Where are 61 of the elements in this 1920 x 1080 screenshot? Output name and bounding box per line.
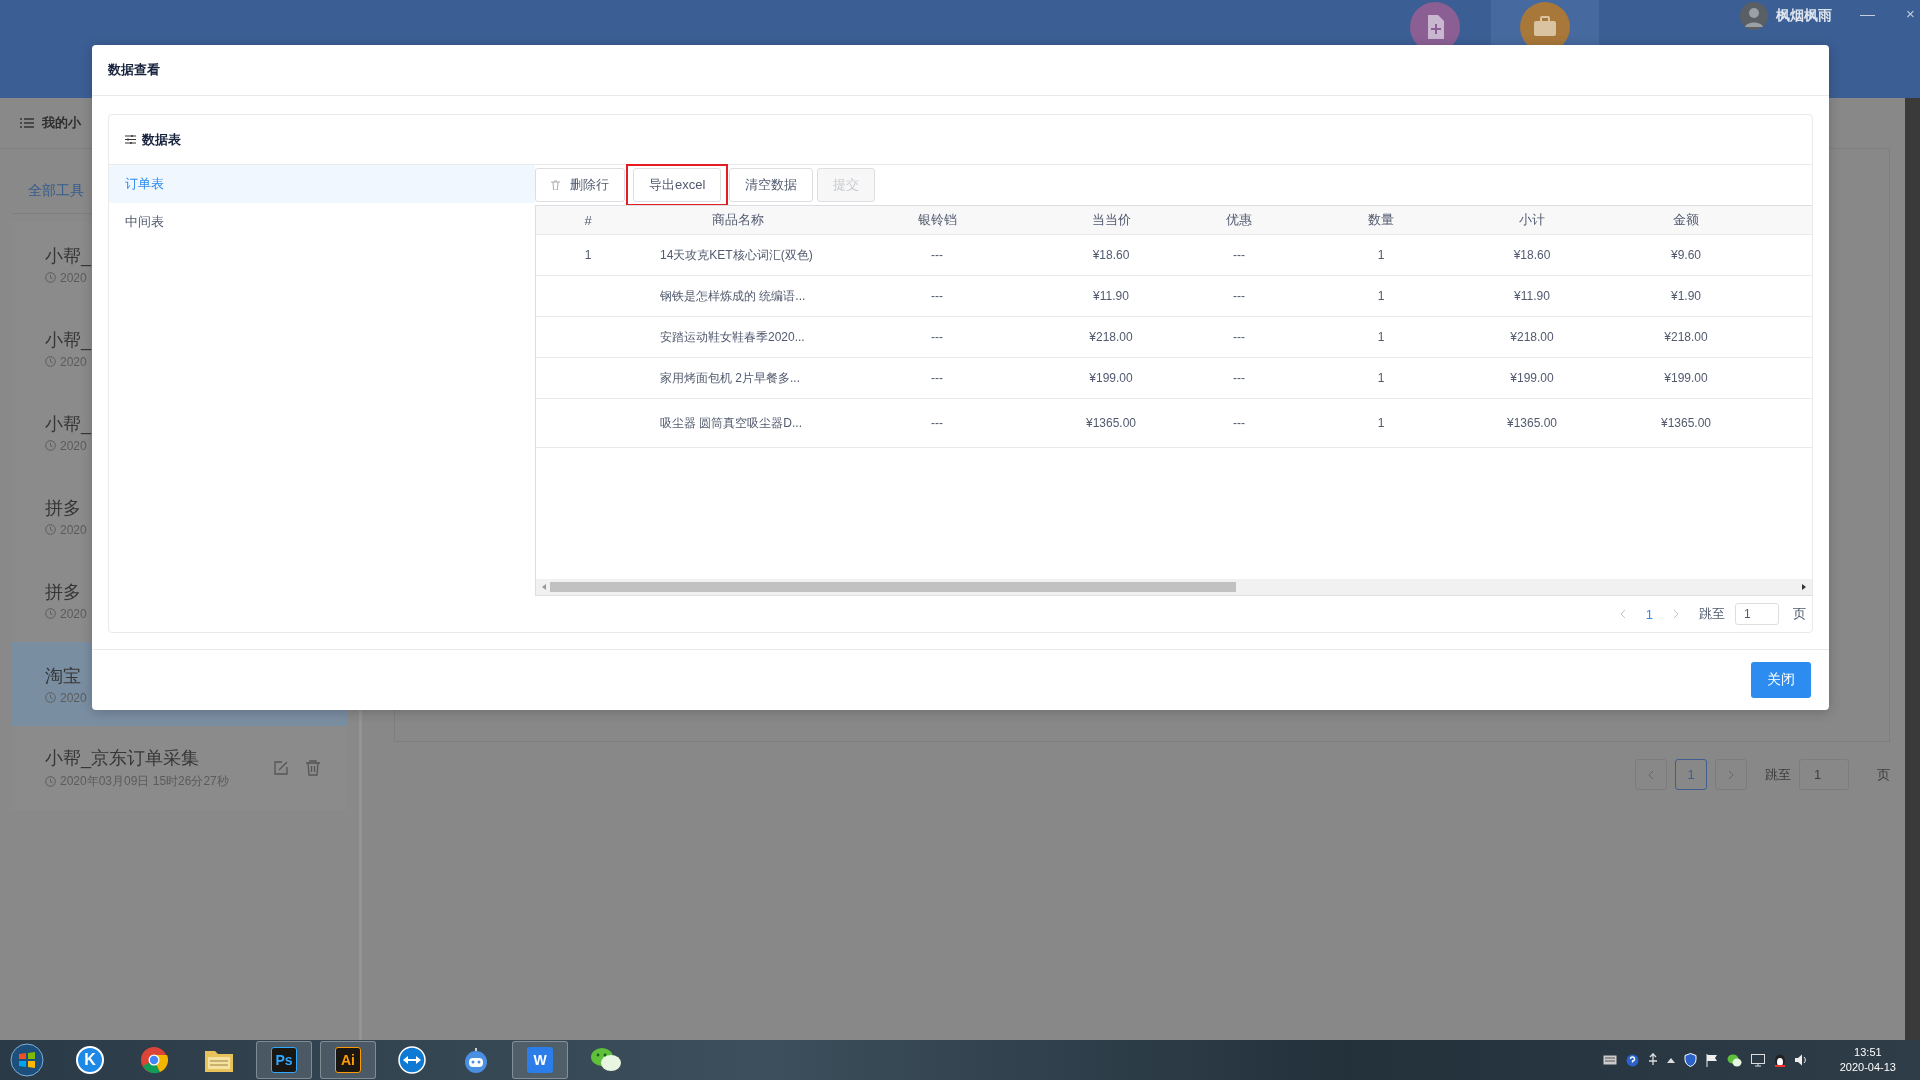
table-cell-text: ¥199.00 [1088,371,1134,385]
tool-name: 小帮_ [45,244,91,268]
clock-date: 2020-04-13 [1839,1060,1896,1075]
table-cell-text: --- [930,289,944,303]
table-cell-text: --- [930,330,944,344]
table-cell-text: --- [1232,248,1246,262]
table-cell-text: 安踏运动鞋女鞋春季2020... [659,328,806,346]
sidebar-title: 我的小 [42,114,81,132]
table-cell-text: --- [930,416,944,430]
table-cell-text: --- [1232,416,1246,430]
column-header: 优惠 [1225,211,1253,229]
clock-time: 13:51 [1854,1045,1882,1060]
jump-label: 跳至 [1765,765,1791,784]
tool-name: 小帮_京东订单采集 [45,747,199,770]
table-cell-text: --- [1232,330,1246,344]
page-suffix: 页 [1793,605,1806,623]
table-cell-text: ¥1365.00 [1505,416,1559,430]
table-cell-text: ¥1.90 [1670,289,1702,303]
jump-label: 跳至 [1699,605,1725,623]
table-cell-text: 1 [1376,330,1386,344]
table-cell-text: ¥11.90 [1092,289,1130,303]
table-cell-text: ¥1365.00 [1659,416,1713,430]
card-title: 数据表 [142,130,181,149]
table-cell-text: 吸尘器 圆筒真空吸尘器D... [659,414,803,432]
tool-time: 2020 [60,690,87,705]
column-header: 商品名称 [711,211,765,229]
table-cell-text: --- [930,248,944,262]
table-cell-text: ¥18.60 [1512,248,1552,262]
table-cell-text: ¥218.00 [1509,330,1555,344]
table-cell-text: --- [1232,371,1246,385]
tool-name: 拼多 [45,580,81,604]
tool-name: 小帮_ [45,328,91,352]
dialog-title: 数据查看 [108,61,160,79]
page-suffix: 页 [1877,765,1890,784]
table-cell-text: 钢铁是怎样炼成的 统编语... [659,287,807,305]
table-cell-text: 1 [1376,289,1386,303]
table-cell-text: 14天攻克KET核心词汇(双色) [659,246,814,264]
column-header: 数量 [1367,211,1395,229]
table-cell-text: ¥218.00 [1088,330,1134,344]
table-cell-text: ¥199.00 [1509,371,1555,385]
table-cell-text: --- [930,371,944,385]
table-cell-text: ¥9.60 [1670,248,1702,262]
table-cell-text: 1 [1376,416,1386,430]
column-header: 小计 [1518,211,1546,229]
table-cell-text: 1 [1376,371,1386,385]
tool-name: 小帮_ [45,412,91,436]
column-header: 银铃铛 [916,211,958,229]
table-cell-text: --- [1232,289,1246,303]
tool-name: 拼多 [45,496,81,520]
table-cell-text: ¥11.90 [1513,289,1551,303]
table-cell-text: ¥18.60 [1091,248,1131,262]
table-cell-text: ¥1365.00 [1084,416,1138,430]
column-header: 当当价 [1090,211,1132,229]
table-cell-text: ¥199.00 [1663,371,1709,385]
tool-name: 淘宝 [45,664,81,688]
table-cell-text: 家用烤面包机 2片早餐多... [659,369,801,387]
table-cell-text: 1 [583,248,593,262]
table-cell-text: ¥218.00 [1663,330,1709,344]
column-header: # [583,212,593,228]
table-cell-text: 1 [1376,248,1386,262]
column-header: 金额 [1672,211,1700,229]
